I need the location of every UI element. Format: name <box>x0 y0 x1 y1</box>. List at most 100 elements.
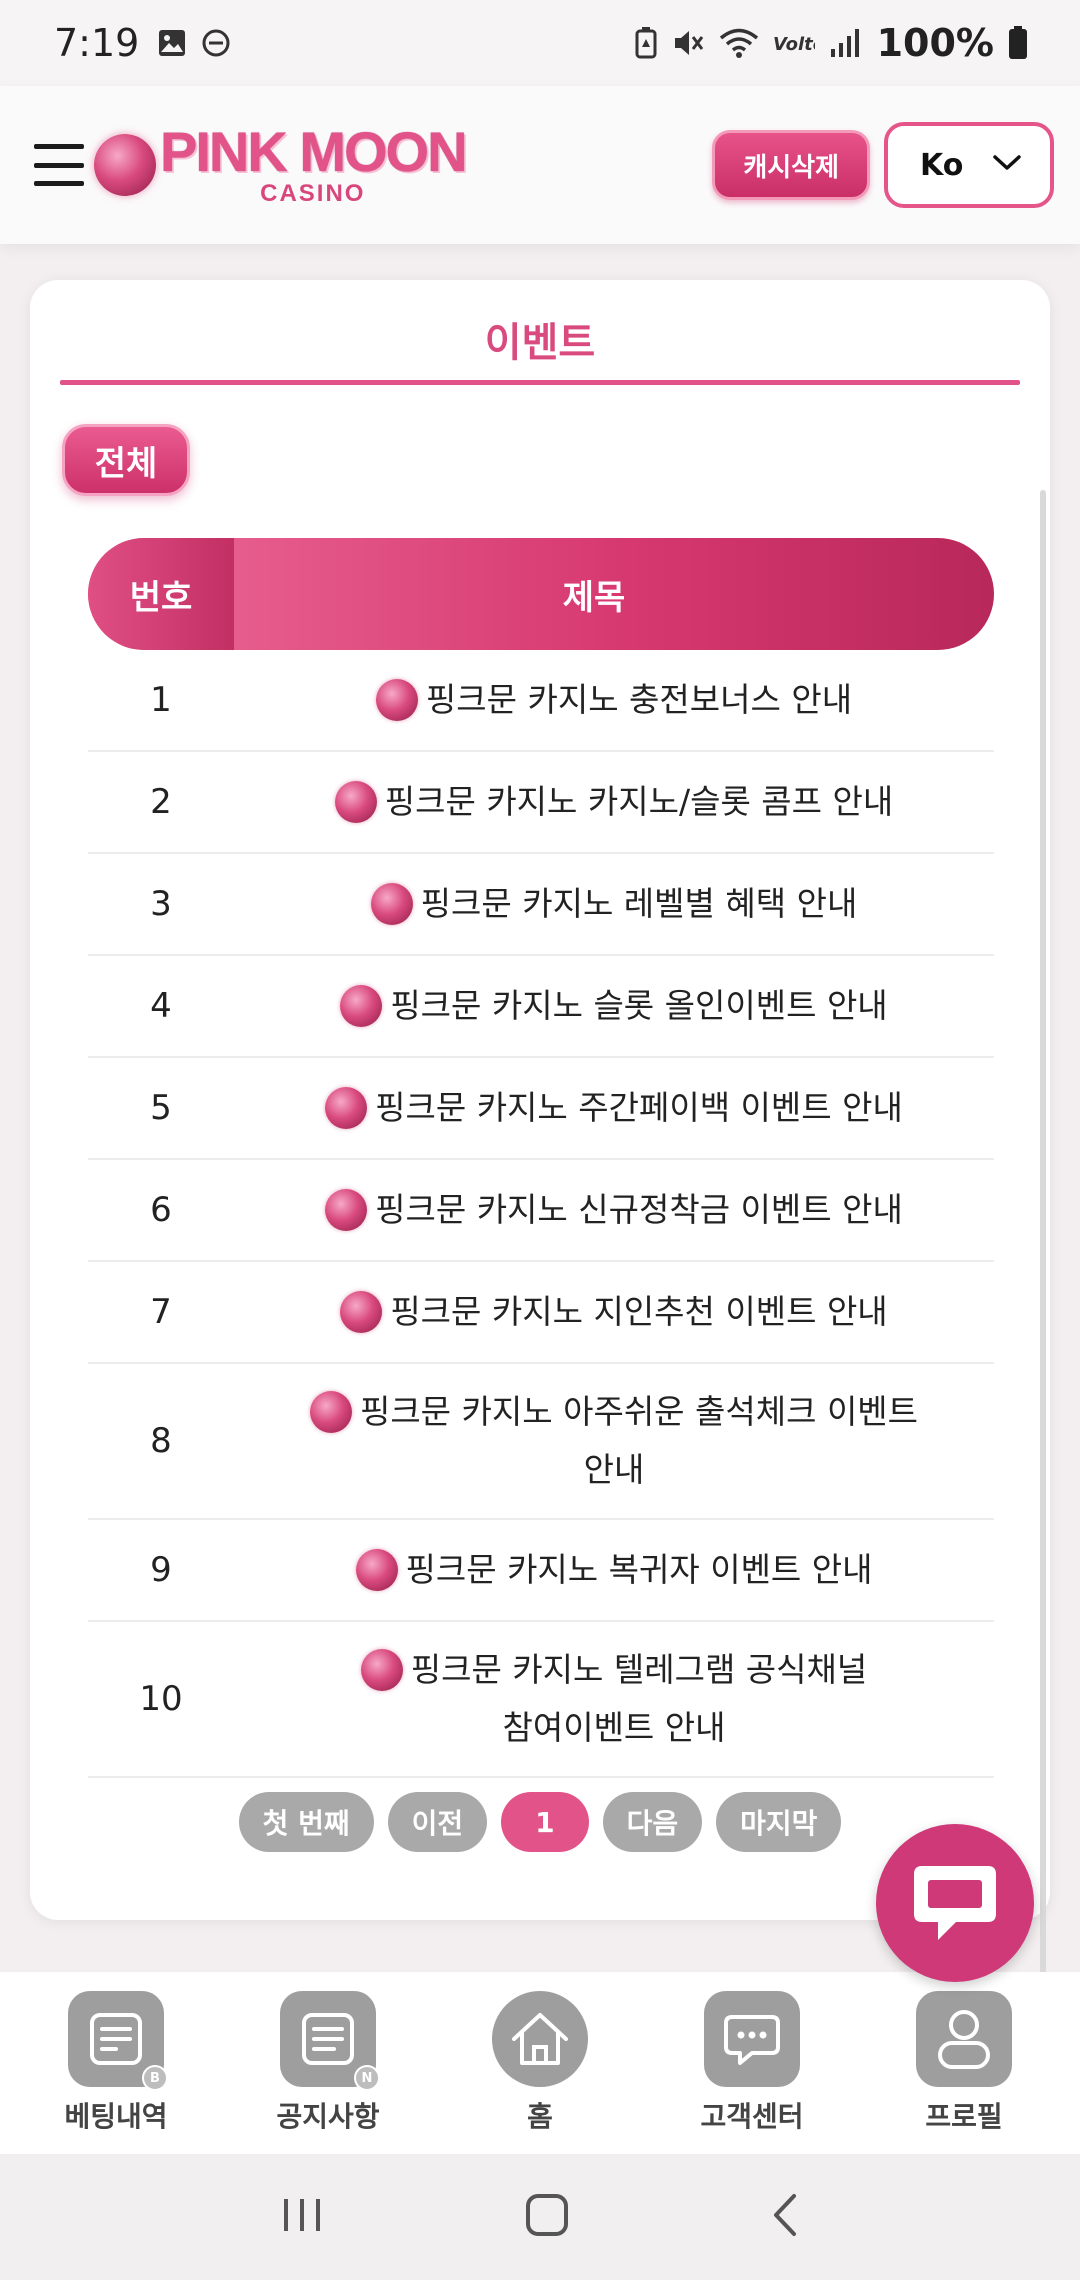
bottom-nav: B 베팅내역 N 공지사항 홈 고객센터 프로필 <box>0 1972 1080 2154</box>
row-number: 10 <box>139 1679 183 1719</box>
back-icon[interactable] <box>770 2192 800 2242</box>
moon-logo-icon <box>94 134 156 196</box>
battery-icon <box>1008 26 1028 60</box>
battery-saver-icon <box>635 27 657 59</box>
row-number: 8 <box>150 1421 172 1461</box>
notice-icon: N <box>280 1991 380 2091</box>
moon-icon <box>355 1549 398 1591</box>
row-title[interactable]: 핑크문 카지노 주간페이백 이벤트 안내 <box>375 1088 903 1127</box>
moon-icon <box>325 1189 368 1231</box>
customer-center-icon <box>704 1991 800 2087</box>
app-header: PINK MOON CASINO 캐시삭제 Ko <box>0 86 1080 244</box>
row-title[interactable]: 핑크문 카지노 복귀자 이벤트 안내 <box>406 1550 873 1589</box>
row-title[interactable]: 핑크문 카지노 아주쉬운 출석체크 이벤트 안내 <box>360 1392 918 1489</box>
events-card: 이벤트 전체 번호 제목 1 핑크문 카지노 충전보너스 안내 2 핑크문 카지… <box>30 280 1050 1920</box>
column-header-title: 제목 <box>562 577 626 618</box>
next-page-button[interactable]: 다음 <box>602 1792 703 1852</box>
row-number: 1 <box>150 680 172 720</box>
filter-all-button[interactable]: 전체 <box>62 424 190 496</box>
moon-icon <box>375 679 418 721</box>
profile-icon <box>916 1991 1012 2087</box>
svg-text:Volte: Volte <box>773 34 815 55</box>
nav-label: 홈 <box>527 2100 553 2133</box>
volte-icon: Volte <box>773 28 815 58</box>
title-divider <box>60 380 1020 385</box>
table-row[interactable]: 5 핑크문 카지노 주간페이백 이벤트 안내 <box>88 1058 994 1160</box>
status-time: 7:19 <box>54 21 140 65</box>
nav-home[interactable]: 홈 <box>450 1991 630 2135</box>
language-select[interactable]: Ko <box>884 122 1054 208</box>
signal-icon <box>829 27 863 59</box>
system-nav-bar <box>0 2154 1080 2280</box>
row-title[interactable]: 핑크문 카지노 지인추천 이벤트 안내 <box>390 1292 887 1331</box>
table-row[interactable]: 7 핑크문 카지노 지인추천 이벤트 안내 <box>88 1262 994 1364</box>
moon-icon <box>340 985 383 1027</box>
nav-label: 공지사항 <box>276 2100 380 2133</box>
row-title[interactable]: 핑크문 카지노 카지노/슬롯 콤프 안내 <box>385 782 893 821</box>
table-header: 번호 제목 <box>88 538 994 650</box>
row-title[interactable]: 핑크문 카지노 충전보너스 안내 <box>426 680 852 719</box>
scrollbar[interactable] <box>1040 490 1046 1990</box>
chat-icon <box>914 1866 996 1940</box>
logo-subtitle: CASINO <box>260 180 366 207</box>
prev-page-button[interactable]: 이전 <box>387 1792 488 1852</box>
table-row[interactable]: 3 핑크문 카지노 레벨별 혜택 안내 <box>88 854 994 956</box>
nav-badge: B <box>142 2065 168 2091</box>
status-bar: 7:19 Volte 100% <box>0 0 1080 86</box>
clear-cache-button[interactable]: 캐시삭제 <box>712 130 870 200</box>
nav-betting-history[interactable]: B 베팅내역 <box>26 1991 206 2135</box>
table-row[interactable]: 2 핑크문 카지노 카지노/슬롯 콤프 안내 <box>88 752 994 854</box>
row-title[interactable]: 핑크문 카지노 슬롯 올인이벤트 안내 <box>390 986 887 1025</box>
row-number: 5 <box>150 1088 172 1128</box>
page-title: 이벤트 <box>484 320 596 366</box>
table-row[interactable]: 6 핑크문 카지노 신규정착금 이벤트 안내 <box>88 1160 994 1262</box>
wifi-icon <box>719 27 759 59</box>
last-page-button[interactable]: 마지막 <box>716 1792 842 1852</box>
nav-label: 베팅내역 <box>64 2100 168 2133</box>
chat-button[interactable] <box>876 1824 1034 1982</box>
nav-profile[interactable]: 프로필 <box>874 1991 1054 2135</box>
recent-apps-icon[interactable] <box>280 2195 324 2239</box>
pagination: 첫 번째 이전 1 다음 마지막 <box>30 1792 1050 1852</box>
table-row[interactable]: 1 핑크문 카지노 충전보너스 안내 <box>88 650 994 752</box>
moon-icon <box>340 1291 383 1333</box>
table-row[interactable]: 4 핑크문 카지노 슬롯 올인이벤트 안내 <box>88 956 994 1058</box>
logo[interactable]: PINK MOON CASINO <box>94 120 468 207</box>
first-page-button[interactable]: 첫 번째 <box>238 1792 374 1852</box>
logo-title: PINK MOON <box>160 120 468 183</box>
row-number: 3 <box>150 884 172 924</box>
table-row[interactable]: 10 핑크문 카지노 텔레그램 공식채널 참여이벤트 안내 <box>88 1622 994 1778</box>
events-table: 번호 제목 1 핑크문 카지노 충전보너스 안내 2 핑크문 카지노 카지노/슬… <box>88 538 994 1778</box>
row-title[interactable]: 핑크문 카지노 텔레그램 공식채널 참여이벤트 안내 <box>411 1650 868 1747</box>
betting-history-icon: B <box>68 1991 168 2091</box>
row-number: 6 <box>150 1190 172 1230</box>
moon-icon <box>360 1649 403 1691</box>
table-row[interactable]: 9 핑크문 카지노 복귀자 이벤트 안내 <box>88 1520 994 1622</box>
row-number: 4 <box>150 986 172 1026</box>
nav-customer-center[interactable]: 고객센터 <box>662 1991 842 2135</box>
home-icon <box>492 1991 588 2087</box>
current-page-button[interactable]: 1 <box>501 1792 589 1852</box>
row-title[interactable]: 핑크문 카지노 레벨별 혜택 안내 <box>421 884 858 923</box>
row-number: 9 <box>150 1550 172 1590</box>
table-row[interactable]: 8 핑크문 카지노 아주쉬운 출석체크 이벤트 안내 <box>88 1364 994 1520</box>
nav-label: 프로필 <box>925 2100 1003 2133</box>
row-number: 7 <box>150 1292 172 1332</box>
row-number: 2 <box>150 782 172 822</box>
dnd-icon <box>201 28 231 58</box>
nav-label: 고객센터 <box>700 2100 804 2133</box>
nav-notice[interactable]: N 공지사항 <box>238 1991 418 2135</box>
mute-icon <box>671 27 705 59</box>
column-header-no: 번호 <box>88 538 234 650</box>
moon-icon <box>309 1391 352 1433</box>
moon-icon <box>325 1087 368 1129</box>
moon-icon <box>334 781 377 823</box>
moon-icon <box>370 883 413 925</box>
row-title[interactable]: 핑크문 카지노 신규정착금 이벤트 안내 <box>375 1190 903 1229</box>
language-value: Ko <box>920 147 964 183</box>
battery-percent: 100% <box>876 21 994 65</box>
chevron-down-icon <box>992 153 1022 177</box>
menu-icon[interactable] <box>34 144 84 186</box>
nav-badge: N <box>354 2065 380 2091</box>
home-system-icon[interactable] <box>524 2192 570 2242</box>
